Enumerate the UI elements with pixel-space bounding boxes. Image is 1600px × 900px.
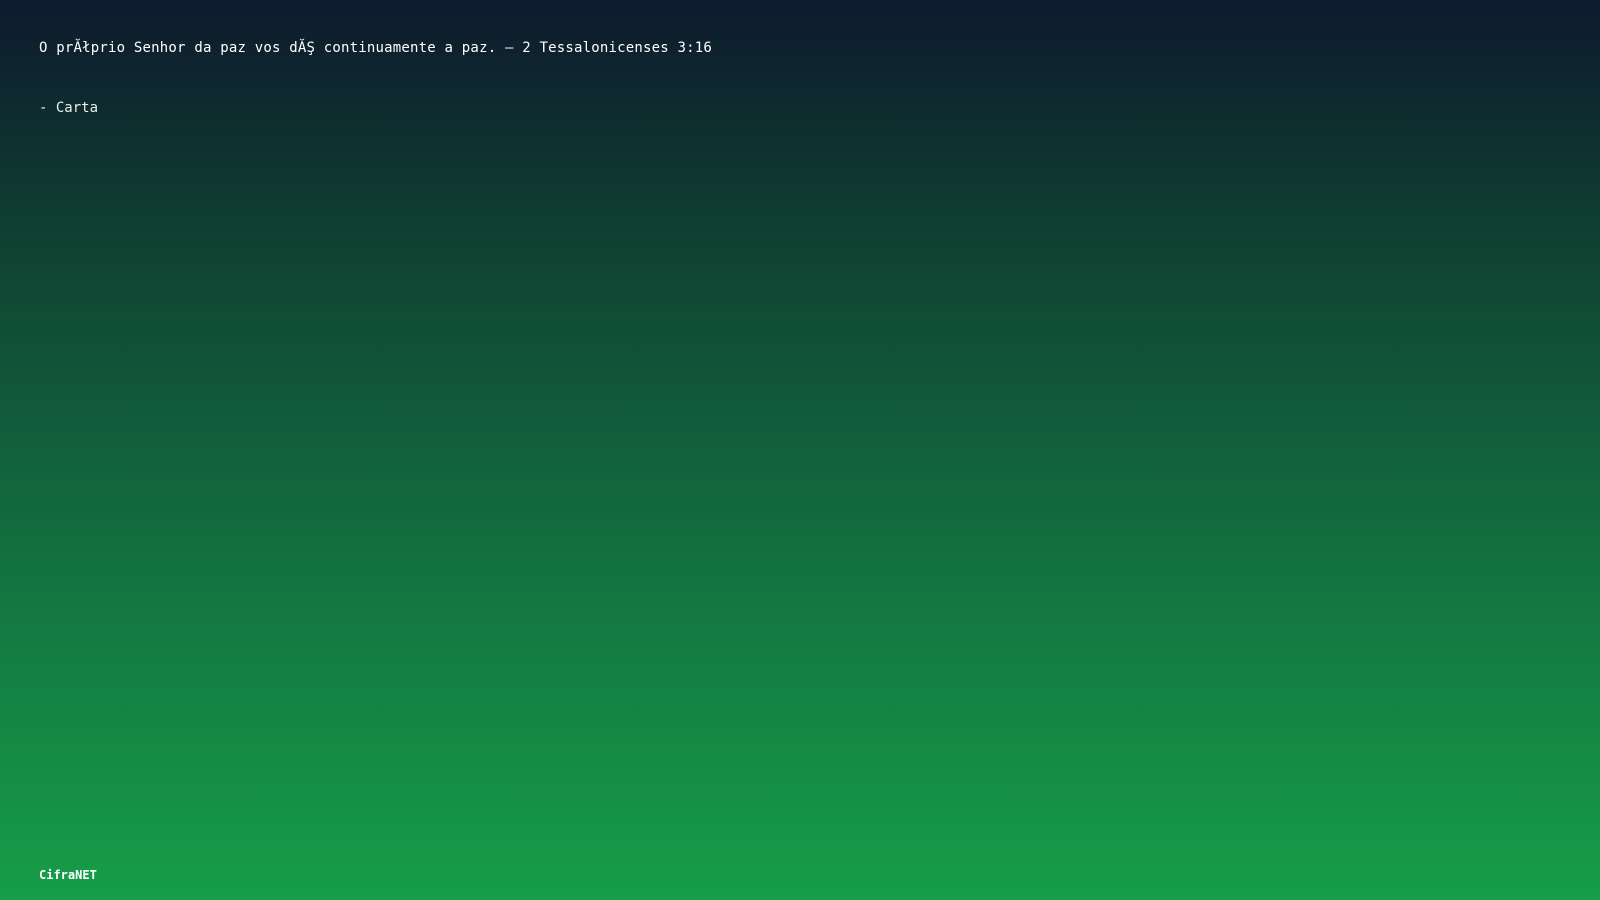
screensaver-screen: O prĂłprio Senhor da paz vos dĂŞ continu… — [0, 0, 1600, 900]
brand-label: CifraNET — [39, 868, 97, 882]
quote-attribution: - Carta — [39, 100, 99, 116]
quote-text: O prĂłprio Senhor da paz vos dĂŞ continu… — [39, 40, 713, 56]
